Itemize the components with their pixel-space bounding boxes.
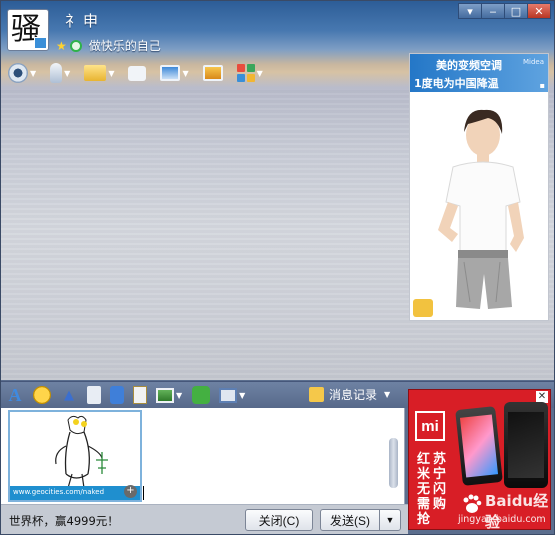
phone-image-black [504, 402, 548, 488]
baidu-paw-icon [463, 494, 482, 513]
close-window-button[interactable]: ✕ [527, 3, 551, 19]
screenshot-icon[interactable] [219, 387, 238, 403]
music-icon[interactable] [87, 386, 101, 404]
history-label: 消息记录 [329, 388, 378, 402]
input-scrollbar-thumb[interactable] [389, 438, 398, 488]
menu-button[interactable]: ▾ [458, 3, 482, 19]
app-center-button[interactable]: ▼ [236, 64, 263, 82]
promo-text-link[interactable]: 世界杯，赢4999元！ [9, 513, 119, 529]
app-grid-icon [236, 64, 255, 82]
main-toolbar: ▼ ▼ ▼ ▼ ▼ [8, 61, 277, 85]
chat-bubble-icon [128, 65, 147, 81]
message-input-area[interactable]: www.geocities.com/naked + [0, 408, 405, 504]
history-icon [309, 387, 324, 402]
thumbs-up-icon[interactable] [413, 299, 433, 317]
share-icon [202, 65, 223, 81]
chevron-down-icon[interactable]: ▼ [64, 69, 70, 78]
watermark-url: jingyan.baidu.com [458, 514, 546, 525]
sticker-drawing [55, 415, 108, 489]
message-history-button[interactable]: 消息记录 ▼ [309, 386, 390, 403]
close-button[interactable]: 关闭(C) [245, 509, 313, 531]
minimize-button[interactable]: ‒ [481, 3, 505, 19]
window-controls: ▾ ‒ □ ✕ [458, 3, 551, 19]
chevron-down-icon[interactable]: ▼ [257, 69, 263, 78]
send-image-icon[interactable] [156, 387, 174, 403]
ad-brand: Midea [522, 58, 544, 66]
inserted-sticker-image[interactable]: www.geocities.com/naked + [8, 410, 142, 502]
ad-vertical-text-1: 红米无需抢 [417, 452, 431, 527]
send-file-button[interactable]: ▼ [84, 65, 114, 81]
microphone-icon [50, 63, 63, 83]
chevron-down-icon[interactable]: ▼ [176, 391, 182, 400]
send-options-button[interactable]: ▼ [379, 509, 401, 531]
emoji-icon[interactable] [33, 386, 51, 404]
online-status-icon [34, 37, 47, 49]
gift-icon[interactable] [192, 386, 211, 404]
avatar-show-figure[interactable] [428, 102, 538, 317]
font-icon[interactable]: A [6, 385, 24, 405]
side-ad-panel[interactable]: 美的变频空调 1度电为中国降温 Midea ▪ [409, 53, 549, 321]
maximize-button[interactable]: □ [504, 3, 528, 19]
phone-ad[interactable]: mi ✕ 红米无需抢 苏宁闪购 Baidu经验 jingyan.baidu.co… [408, 389, 551, 530]
contact-avatar[interactable]: 骚 [7, 9, 49, 51]
sticker-url: www.geocities.com/naked [10, 486, 140, 500]
status-row: ★ 做快乐的自己 [56, 37, 161, 54]
ad-line2: 1度电为中国降温 [414, 77, 499, 90]
star-icon[interactable]: ★ [56, 40, 67, 52]
personal-signature: 做快乐的自己 [88, 39, 161, 53]
send-button[interactable]: 发送(S) [320, 509, 380, 531]
contact-nickname[interactable]: 礻申 [65, 10, 101, 31]
voice-call-button[interactable]: ▼ [50, 63, 70, 83]
midea-ad-banner[interactable]: 美的变频空调 1度电为中国降温 Midea ▪ [410, 54, 548, 92]
mi-logo: mi [415, 411, 445, 441]
camera-icon [8, 63, 28, 83]
chevron-down-icon[interactable]: ▼ [239, 391, 245, 400]
text-cursor [143, 486, 144, 500]
qzone-icon[interactable] [69, 39, 82, 52]
zoom-in-icon[interactable]: + [124, 485, 137, 498]
voice-message-icon[interactable] [110, 386, 124, 404]
remote-desktop-button[interactable]: ▼ [160, 65, 189, 81]
window-shake-icon[interactable]: ▲ [60, 386, 78, 404]
video-call-button[interactable]: ▼ [8, 63, 36, 83]
share-screen-button[interactable] [202, 65, 223, 81]
chevron-down-icon[interactable]: ▼ [30, 69, 36, 78]
chevron-down-icon[interactable]: ▼ [384, 390, 390, 399]
create-discussion-button[interactable] [128, 65, 147, 81]
chevron-down-icon[interactable]: ▼ [182, 69, 188, 78]
bottom-bar: 世界杯，赢4999元！ 关闭(C) 发送(S) ▼ [0, 504, 408, 535]
chevron-down-icon[interactable]: ▼ [108, 69, 114, 78]
ad-close-icon[interactable]: ▪ [540, 81, 545, 90]
doodle-icon[interactable] [133, 386, 147, 404]
phone-image-red [455, 406, 503, 486]
ad-vertical-text-2: 苏宁闪购 [433, 452, 447, 512]
folder-icon [84, 65, 107, 81]
monitor-icon [160, 65, 181, 81]
